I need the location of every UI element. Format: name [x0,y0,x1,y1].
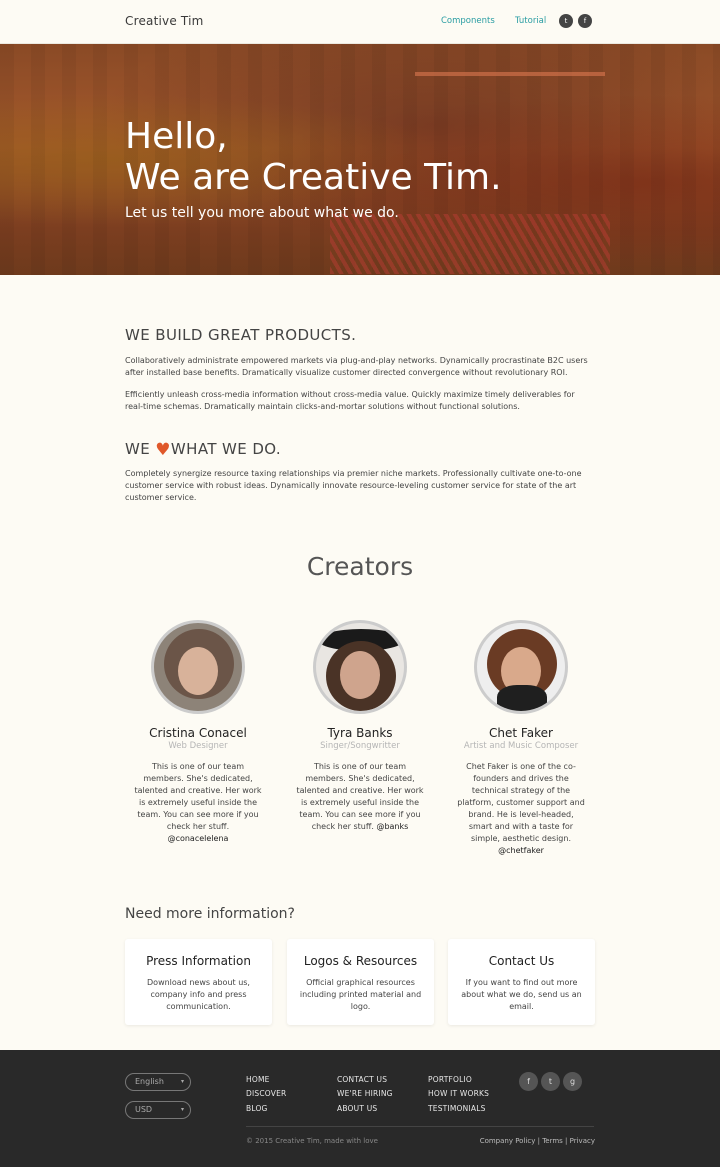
creator-bio: Chet Faker is one of the co-founders and… [457,762,585,855]
love-paragraph: Completely synergize resource taxing rel… [125,469,582,502]
creator-bio: This is one of our team members. She's d… [296,762,424,831]
hero-subtitle: Let us tell you more about what we do. [125,205,399,221]
card-title: Contact Us [488,954,555,968]
company-policy-link[interactable]: Company Policy [480,1137,536,1145]
avatar[interactable] [474,620,568,714]
creator-bio: This is one of our team members. She's d… [134,762,262,843]
chevron-down-icon: ▾ [180,1078,184,1085]
footer-link-home[interactable]: HOME [246,1075,270,1084]
creator-card: Tyra Banks Singer/Songwritter This is on… [285,620,435,833]
footer-link-blog[interactable]: BLOG [246,1104,268,1113]
card-description: Download news about us, company info and… [147,978,250,1011]
heart-icon: ♥ [155,440,171,460]
navbar: Creative Tim Components Tutorial t f [0,0,720,44]
avatar[interactable] [313,620,407,714]
section-heading-products: WE BUILD GREAT PRODUCTS. [125,326,357,344]
contact-us-card[interactable]: Contact Us If you want to find out more … [448,939,595,1025]
creator-card: Cristina Conacel Web Designer This is on… [123,620,273,845]
hero-banner: Hello, We are Creative Tim. Let us tell … [0,44,720,275]
creator-role: Web Designer [168,741,228,751]
facebook-icon[interactable]: f [578,14,592,28]
creator-handle-link[interactable]: @chetfaker [498,846,544,855]
card-description: Official graphical resources including p… [299,978,422,1011]
creators-title: Creators [306,552,414,581]
twitter-icon[interactable]: t [541,1072,560,1091]
press-info-card[interactable]: Press Information Download news about us… [125,939,272,1025]
creator-role: Artist and Music Composer [463,741,579,751]
footer-link-how-it-works[interactable]: HOW IT WORKS [428,1089,489,1098]
creator-name: Tyra Banks [327,726,393,740]
legal-links: Company Policy | Terms | Privacy [479,1137,595,1145]
products-paragraph-2: Efficiently unleash cross-media informat… [125,390,575,411]
avatar[interactable] [151,620,245,714]
footer-link-about[interactable]: ABOUT US [337,1104,377,1113]
footer-link-testimonials[interactable]: TESTIMONIALS [428,1104,486,1113]
language-select[interactable]: English ▾ [125,1073,191,1091]
footer-link-discover[interactable]: DISCOVER [246,1089,286,1098]
footer-link-hiring[interactable]: WE'RE HIRING [337,1089,393,1098]
creator-handle-link[interactable]: @conacelelena [168,834,229,843]
logos-resources-card[interactable]: Logos & Resources Official graphical res… [287,939,434,1025]
creator-card: Chet Faker Artist and Music Composer Che… [446,620,596,857]
twitter-icon[interactable]: t [559,14,573,28]
card-title: Press Information [146,954,251,968]
footer-link-portfolio[interactable]: PORTFOLIO [428,1075,472,1084]
products-paragraph-1: Collaboratively administrate empowered m… [125,356,588,377]
privacy-link[interactable]: Privacy [570,1137,595,1145]
hero-title: Hello, We are Creative Tim. [125,116,502,198]
nav-link-tutorial[interactable]: Tutorial [515,16,546,26]
creator-name: Chet Faker [489,726,553,740]
footer-link-contact[interactable]: CONTACT US [337,1075,387,1084]
nav-link-components[interactable]: Components [441,16,495,26]
creator-handle-link[interactable]: @banks [376,822,408,831]
footer-divider [246,1126,594,1127]
google-plus-icon[interactable]: g [563,1072,582,1091]
currency-select[interactable]: USD ▾ [125,1101,191,1119]
info-heading: Need more information? [125,906,295,922]
section-heading-love: WE ♥WHAT WE DO. [125,440,282,460]
card-description: If you want to find out more about what … [461,978,582,1011]
card-title: Logos & Resources [303,954,418,968]
facebook-icon[interactable]: f [519,1072,538,1091]
chevron-down-icon: ▾ [180,1106,184,1113]
terms-link[interactable]: Terms [542,1137,563,1145]
brand-logo[interactable]: Creative Tim [125,14,204,28]
creator-role: Singer/Songwritter [320,741,400,751]
copyright: © 2015 Creative Tim, made with love [246,1137,378,1145]
creator-name: Cristina Conacel [149,726,247,740]
